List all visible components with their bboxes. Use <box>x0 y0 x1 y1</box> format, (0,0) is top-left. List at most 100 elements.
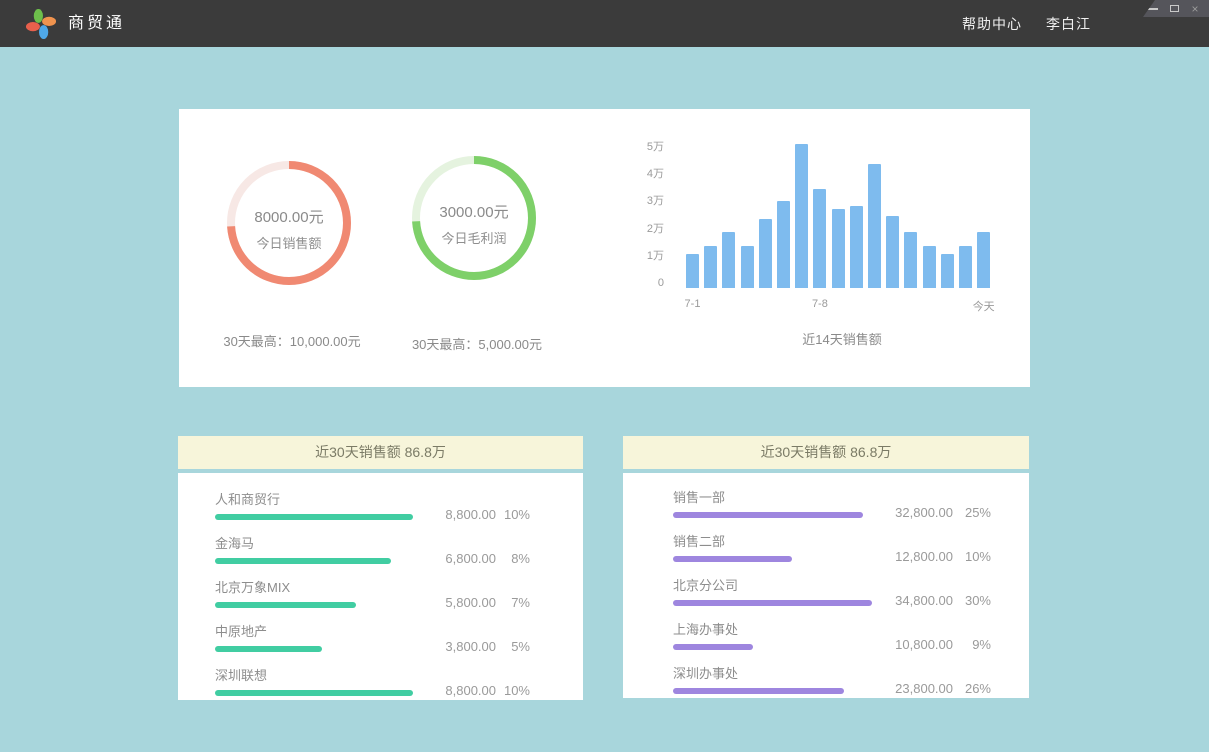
item-amount: 34,800.00 <box>866 593 953 608</box>
close-icon: × <box>1191 3 1198 15</box>
item-percent: 8% <box>496 551 530 566</box>
item-name: 人和商贸行 <box>215 489 430 508</box>
bar-chart-title: 近14天销售额 <box>686 329 998 348</box>
department-sales-card: 销售一部32,800.0025% 销售二部12,800.0010% 北京分公司34,… <box>623 473 1029 698</box>
item-bar <box>215 690 413 696</box>
item-amount: 12,800.00 <box>866 549 953 564</box>
item-name: 北京万象MIX <box>215 577 430 596</box>
minimize-icon <box>1148 8 1158 10</box>
item-name: 中原地产 <box>215 621 430 640</box>
item-amount: 8,800.00 <box>430 683 496 698</box>
list-item: 中原地产3,800.005% <box>215 621 530 652</box>
customer-card-header: 近30天销售额 86.8万 <box>178 436 583 469</box>
item-name: 深圳办事处 <box>673 663 866 682</box>
today-sales-label: 今日销售额 <box>226 233 352 252</box>
list-item: 北京万象MIX5,800.007% <box>215 577 530 608</box>
item-bar <box>215 646 322 652</box>
bar <box>868 164 881 288</box>
item-bar <box>215 558 391 564</box>
app-logo-icon <box>26 9 56 39</box>
bar <box>686 254 699 288</box>
item-bar <box>673 600 872 606</box>
y-axis-tick: 0 <box>609 276 664 290</box>
help-center-link[interactable]: 帮助中心 <box>962 14 1022 34</box>
list-item: 人和商贸行8,800.0010% <box>215 489 530 520</box>
list-item: 销售二部12,800.0010% <box>673 531 991 562</box>
user-name[interactable]: 李白江 <box>1046 14 1091 34</box>
bar <box>977 232 990 288</box>
item-name: 销售二部 <box>673 531 866 550</box>
titlebar-menu: 帮助中心 李白江 <box>962 0 1091 47</box>
customer-sales-card: 人和商贸行8,800.0010%金海马6,800.008%北京万象MIX5,80… <box>178 473 583 700</box>
item-bar <box>673 644 753 650</box>
item-bar <box>215 602 356 608</box>
item-percent: 9% <box>953 637 991 652</box>
item-amount: 23,800.00 <box>866 681 953 696</box>
item-percent: 10% <box>953 549 991 564</box>
bar <box>923 246 936 288</box>
item-bar <box>673 688 844 694</box>
list-item: 深圳联想8,800.0010% <box>215 665 530 696</box>
item-amount: 3,800.00 <box>430 639 496 654</box>
item-bar <box>673 512 863 518</box>
close-button[interactable]: × <box>1189 3 1201 15</box>
minimize-button[interactable] <box>1147 3 1159 15</box>
item-bar <box>215 514 413 520</box>
item-percent: 5% <box>496 639 530 654</box>
today-profit-label: 今日毛利润 <box>411 228 537 247</box>
y-axis-tick: 4万 <box>609 167 664 181</box>
item-bar <box>673 556 792 562</box>
item-name: 销售一部 <box>673 487 866 506</box>
item-percent: 7% <box>496 595 530 610</box>
y-axis-tick: 3万 <box>609 194 664 208</box>
item-percent: 25% <box>953 505 991 520</box>
item-percent: 10% <box>496 507 530 522</box>
x-axis-tick: 今天 <box>973 298 995 314</box>
item-percent: 10% <box>496 683 530 698</box>
maximize-button[interactable] <box>1168 3 1180 15</box>
bar <box>886 216 899 288</box>
item-amount: 6,800.00 <box>430 551 496 566</box>
bar <box>795 144 808 288</box>
bar <box>941 254 954 288</box>
x-axis-tick: 7-1 <box>685 298 701 310</box>
today-profit-value: 3000.00元 <box>411 201 537 222</box>
bar-chart <box>686 141 998 288</box>
bar <box>959 246 972 288</box>
today-sales-value: 8000.00元 <box>226 206 352 227</box>
y-axis-tick: 5万 <box>609 140 664 154</box>
item-name: 上海办事处 <box>673 619 866 638</box>
bar <box>704 246 717 288</box>
app-title: 商贸通 <box>68 0 125 47</box>
item-percent: 30% <box>953 593 991 608</box>
item-name: 金海马 <box>215 533 430 552</box>
item-amount: 5,800.00 <box>430 595 496 610</box>
list-item: 上海办事处10,800.009% <box>673 619 991 650</box>
list-item: 金海马6,800.008% <box>215 533 530 564</box>
bar <box>777 201 790 288</box>
bar <box>759 219 772 288</box>
bar <box>832 209 845 288</box>
titlebar: 商贸通 帮助中心 李白江 × <box>0 0 1209 47</box>
bar <box>904 232 917 288</box>
item-name: 深圳联想 <box>215 665 430 684</box>
bar <box>813 189 826 288</box>
department-card-header: 近30天销售额 86.8万 <box>623 436 1029 469</box>
bar <box>850 206 863 288</box>
profit-30day-max: 30天最高：5,000.00元 <box>364 334 590 353</box>
item-amount: 8,800.00 <box>430 507 496 522</box>
window-controls: × <box>1143 0 1209 17</box>
item-amount: 10,800.00 <box>866 637 953 652</box>
y-axis-tick: 1万 <box>609 249 664 263</box>
bar <box>741 246 754 288</box>
item-percent: 26% <box>953 681 991 696</box>
list-item: 北京分公司34,800.0030% <box>673 575 991 606</box>
item-amount: 32,800.00 <box>866 505 953 520</box>
summary-card: 8000.00元 今日销售额 30天最高：10,000.00元 3000.00元… <box>179 109 1030 387</box>
list-item: 深圳办事处23,800.0026% <box>673 663 991 694</box>
donut-today-profit: 3000.00元 今日毛利润 <box>411 155 537 281</box>
donut-today-sales: 8000.00元 今日销售额 <box>226 160 352 286</box>
list-item: 销售一部32,800.0025% <box>673 487 991 518</box>
item-name: 北京分公司 <box>673 575 866 594</box>
bar <box>722 232 735 288</box>
